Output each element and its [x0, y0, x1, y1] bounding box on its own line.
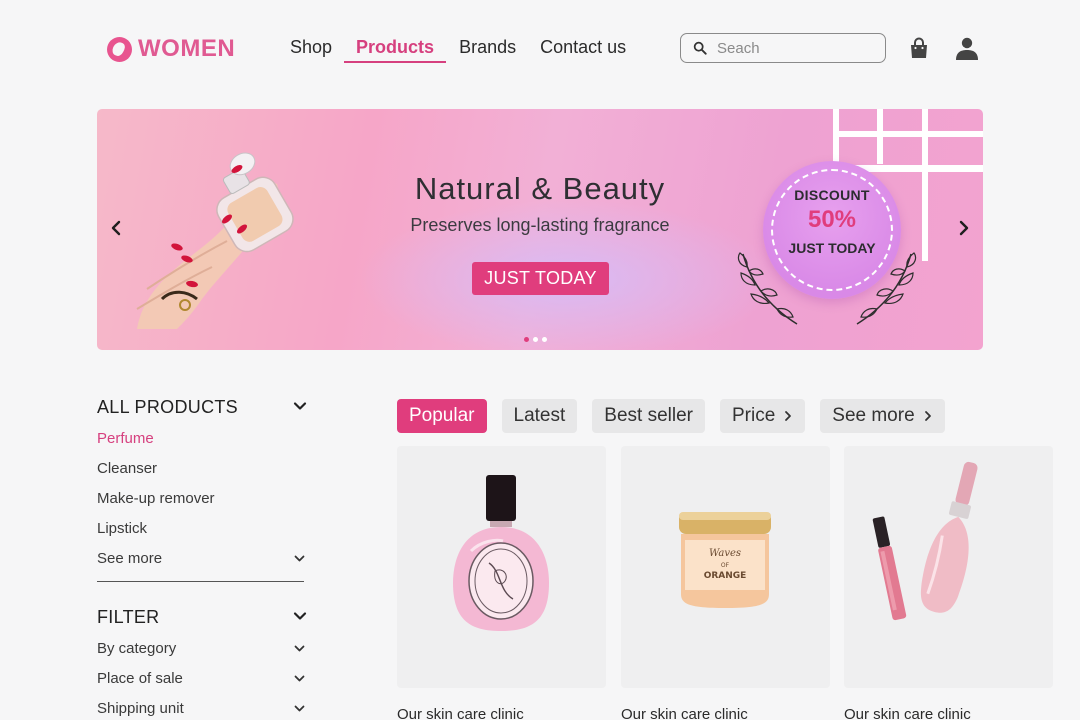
carousel-dot[interactable]: [542, 337, 547, 342]
filter-by-category[interactable]: By category: [97, 640, 307, 657]
chevron-down-icon: [294, 555, 305, 562]
search-box[interactable]: [680, 33, 886, 63]
chevron-right-icon: [924, 411, 931, 421]
chevron-down-icon: [293, 402, 307, 410]
laurel-left-icon: [737, 252, 798, 325]
hero-banner: Natural & Beauty Preserves long-lasting …: [97, 109, 983, 350]
sidebar-item-cleanser[interactable]: Cleanser: [97, 460, 307, 477]
carousel-dot[interactable]: [524, 337, 529, 342]
filter-option-label: Place of sale: [97, 670, 183, 687]
chevron-down-icon: [294, 675, 305, 682]
tab-label: Best seller: [604, 405, 693, 426]
search-icon: [693, 41, 707, 55]
jar-label-text: ORANGE: [704, 571, 747, 581]
tab-popular[interactable]: Popular: [397, 399, 487, 433]
jar-label-text: Waves: [709, 548, 741, 559]
product-card[interactable]: [844, 446, 1053, 688]
brand-name: WOMEN: [138, 35, 236, 62]
logo-icon: [107, 36, 132, 62]
filter-shipping-unit[interactable]: Shipping unit: [97, 700, 307, 717]
user-icon[interactable]: [954, 35, 980, 61]
tab-see-more[interactable]: See more: [820, 399, 945, 433]
jar-label-text: OF: [721, 562, 730, 569]
product-name[interactable]: Our skin care clinic: [621, 706, 748, 720]
nav-brands[interactable]: Brands: [459, 36, 516, 62]
nav-products[interactable]: Products: [344, 36, 447, 63]
chevron-down-icon: [294, 705, 305, 712]
filter-place-of-sale[interactable]: Place of sale: [97, 670, 307, 687]
see-more-label: See more: [97, 550, 163, 567]
sidebar-item-lipstick[interactable]: Lipstick: [97, 520, 307, 537]
tab-label: Popular: [409, 405, 475, 426]
all-products-heading[interactable]: ALL PRODUCTS: [97, 397, 307, 418]
all-products-label: ALL PRODUCTS: [97, 397, 238, 417]
main-nav: Shop Products Brands Contact us: [290, 36, 650, 63]
pink-perfume-bottle-image: [453, 475, 549, 631]
filter-option-label: By category: [97, 640, 177, 657]
product-name[interactable]: Our skin care clinic: [844, 706, 971, 720]
sidebar-item-see-more[interactable]: See more: [97, 550, 307, 567]
brand-logo[interactable]: WOMEN: [107, 35, 235, 63]
tab-price[interactable]: Price: [719, 399, 806, 433]
orange-cream-jar-image: Waves OF ORANGE: [679, 512, 771, 608]
discount-label: DISCOUNT: [794, 187, 870, 203]
banner-next-arrow-icon[interactable]: [956, 219, 972, 237]
tab-label: See more: [832, 405, 915, 426]
lip-gloss-and-perfume-image: [872, 461, 978, 621]
nav-shop[interactable]: Shop: [290, 36, 332, 62]
laurel-right-icon: [856, 252, 917, 325]
tab-label: Price: [731, 405, 776, 426]
product-card[interactable]: [397, 446, 606, 688]
shopping-bag-icon[interactable]: [907, 36, 931, 60]
search-input[interactable]: [717, 39, 867, 57]
sidebar-divider: [97, 581, 304, 582]
chevron-down-icon: [293, 612, 307, 620]
nav-contact-us[interactable]: Contact us: [540, 36, 626, 62]
banner-cta-button[interactable]: JUST TODAY: [472, 262, 609, 295]
filter-heading[interactable]: FILTER: [97, 607, 307, 628]
chevron-right-icon: [785, 411, 792, 421]
chevron-down-icon: [294, 645, 305, 652]
product-card[interactable]: Waves OF ORANGE: [621, 446, 830, 688]
sidebar-item-make-up-remover[interactable]: Make-up remover: [97, 490, 307, 507]
tab-label: Latest: [513, 405, 566, 426]
banner-prev-arrow-icon[interactable]: [108, 219, 124, 237]
carousel-dots: [524, 337, 547, 342]
tab-latest[interactable]: Latest: [501, 399, 578, 433]
sidebar-item-perfume[interactable]: Perfume: [97, 430, 307, 447]
product-tabs: Popular Latest Best seller Price See mor…: [397, 399, 945, 433]
filter-option-label: Shipping unit: [97, 700, 184, 717]
filter-label: FILTER: [97, 607, 160, 627]
tab-best-seller[interactable]: Best seller: [592, 399, 705, 433]
discount-value: 50%: [807, 206, 857, 233]
carousel-dot[interactable]: [533, 337, 538, 342]
product-name[interactable]: Our skin care clinic: [397, 706, 524, 720]
